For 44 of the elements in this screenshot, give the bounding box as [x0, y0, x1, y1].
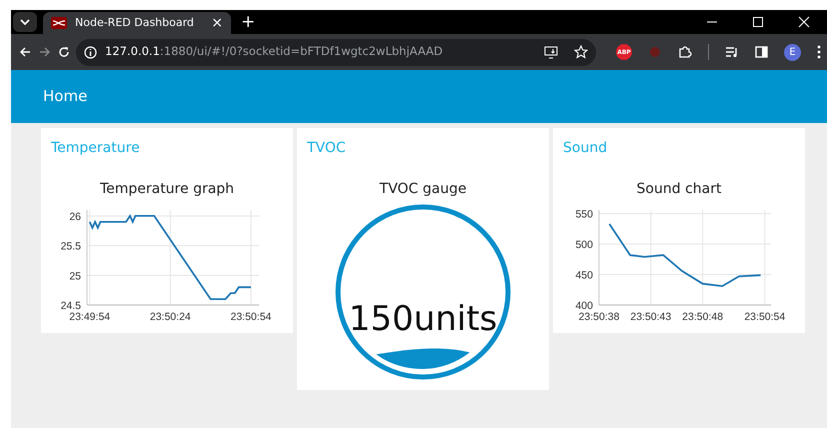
x-tick-label: 23:49:54 — [69, 311, 110, 323]
address-bar[interactable]: 127.0.0.1:1880/ui/#!/0?socketid=bFTDf1wgtc2wLbhjAAAD — [76, 38, 596, 66]
menu-icon[interactable] — [817, 45, 822, 59]
y-tick-label: 500 — [575, 239, 593, 252]
group-title: TVOC — [307, 139, 347, 158]
reload-icon — [58, 46, 70, 58]
y-tick-label: 450 — [575, 270, 593, 282]
tab-search-button[interactable] — [13, 12, 37, 32]
y-tick-label: 26 — [69, 210, 81, 223]
x-tick-label: 23:50:54 — [744, 311, 786, 323]
y-tick-label: 24.5 — [60, 300, 81, 312]
gauge-value: 150units — [348, 299, 498, 339]
group-title: Sound — [563, 139, 608, 158]
y-tick-label: 25 — [69, 270, 81, 282]
info-icon — [84, 46, 98, 58]
side-panel-icon[interactable] — [755, 46, 768, 58]
widget-title: Temperature graph — [98, 180, 236, 199]
chevron-down-icon — [20, 18, 30, 26]
profile-avatar[interactable]: E — [784, 44, 802, 60]
wires-icon — [51, 17, 67, 29]
x-tick-label: 23:50:48 — [682, 311, 724, 323]
page-title: Home — [43, 86, 88, 108]
new-tab-button[interactable]: + — [237, 14, 260, 30]
tab-title: Node-RED Dashboard — [75, 14, 195, 31]
tab-close-button[interactable]: × — [211, 16, 223, 30]
x-tick-label: 23:50:38 — [578, 311, 620, 323]
puzzle-icon[interactable] — [678, 45, 692, 59]
x-tick-label: 23:50:54 — [230, 311, 272, 323]
back-arrow-icon — [18, 46, 31, 58]
y-tick-label: 25.5 — [60, 240, 81, 253]
x-tick-label: 23:50:43 — [630, 311, 672, 323]
browser-tab[interactable]: Node-RED Dashboard × — [43, 12, 231, 34]
url-host: 127.0.0.1 — [105, 44, 160, 58]
x-tick-label: 23:50:24 — [150, 311, 191, 323]
forward-arrow-icon — [38, 46, 50, 58]
group-title: Temperature — [51, 139, 141, 158]
y-tick-label: 400 — [575, 300, 593, 312]
reading-list-icon[interactable] — [725, 46, 740, 58]
widget-title: Sound chart — [636, 180, 722, 199]
star-icon[interactable] — [574, 45, 588, 59]
y-tick-label: 550 — [575, 208, 593, 221]
widget-title: TVOC gauge — [378, 180, 468, 199]
url-path: :1880/ui/#!/0?socketid=bFTDf1wgtc2wLbhjAAAD — [160, 44, 443, 58]
install-app-icon[interactable] — [544, 46, 558, 58]
